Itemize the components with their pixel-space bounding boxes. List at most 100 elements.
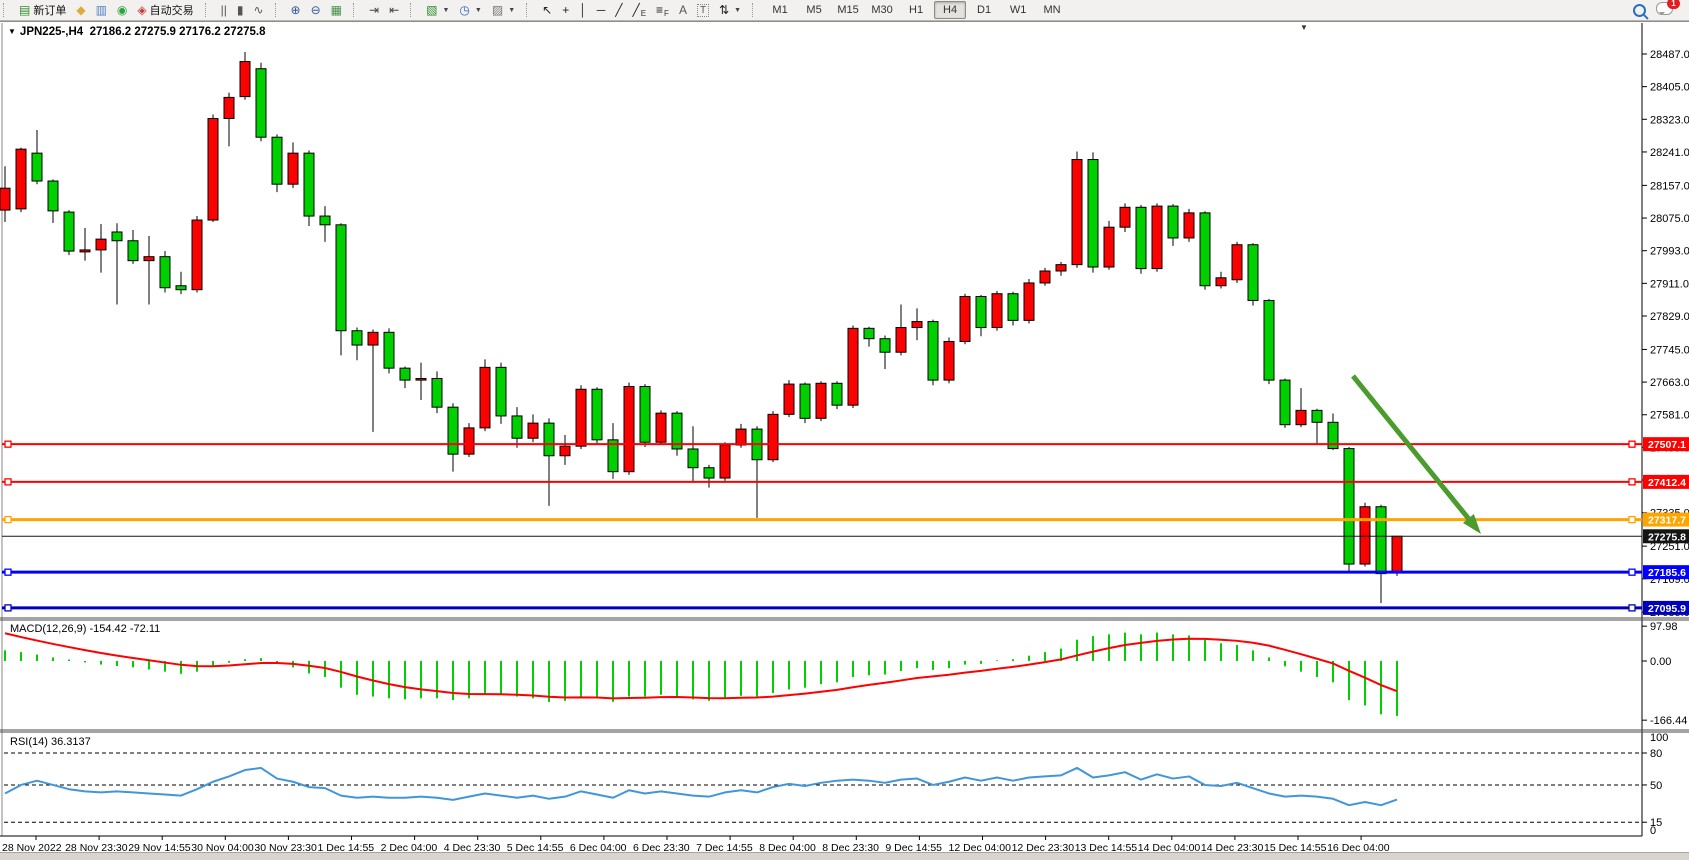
timeframe-mn-button[interactable]: MN <box>1036 1 1068 19</box>
vertical-line-button[interactable]: │ <box>574 0 592 20</box>
tile-windows-button[interactable]: ▦ <box>326 0 347 20</box>
timeframe-h1-button[interactable]: H1 <box>900 1 932 19</box>
hline-handle[interactable] <box>5 441 11 447</box>
timeframe-m30-button[interactable]: M30 <box>866 1 898 19</box>
timeframe-m1-button[interactable]: M1 <box>764 1 796 19</box>
new-order-button[interactable]: ▤新订单 <box>14 0 71 20</box>
horizontal-line-icon: ─ <box>597 1 606 19</box>
candle-body <box>96 239 106 250</box>
candle-body <box>784 384 794 414</box>
timeframe-m5-button[interactable]: M5 <box>798 1 830 19</box>
chart-window: 28487.028405.028323.028241.028157.028075… <box>0 21 1689 853</box>
candle-body <box>336 225 346 331</box>
horizontal-line-button[interactable]: ─ <box>592 0 611 20</box>
hline-handle[interactable] <box>5 479 11 485</box>
chart-plot[interactable]: 28487.028405.028323.028241.028157.028075… <box>0 22 1689 853</box>
candle-body <box>384 332 394 368</box>
macd-indicator-label: MACD(12,26,9) -154.42 -72.11 <box>10 623 160 635</box>
hline-price-text: 27275.8 <box>1648 531 1686 543</box>
chevron-down-icon[interactable]: ▼ <box>442 7 449 14</box>
chart-title: ▼JPN225-,H4 27186.2 27275.9 27176.2 2727… <box>8 26 265 38</box>
periods-button[interactable]: ◷▼ <box>454 0 486 20</box>
macd-value: -154.42 <box>89 623 126 635</box>
auto-trading-button[interactable]: ◈自动交易 <box>132 0 198 20</box>
timeframe-d1-button[interactable]: D1 <box>968 1 1000 19</box>
chart-shift-button[interactable]: ⇤ <box>384 0 404 20</box>
charts-button[interactable]: ◆ <box>71 0 90 20</box>
new-chart-icon: ▧ <box>426 1 437 19</box>
candle-body <box>352 331 362 345</box>
candle-body <box>1376 507 1386 574</box>
hline-handle[interactable] <box>5 569 11 575</box>
candle-body <box>848 328 858 405</box>
arrows-button[interactable]: ⇅▼ <box>714 0 746 20</box>
horizontal-scrollbar[interactable] <box>0 852 1689 860</box>
candle-body <box>1264 300 1274 380</box>
text-label-button[interactable]: T <box>692 0 714 20</box>
hline-handle[interactable] <box>1629 517 1635 523</box>
market-watch-button[interactable]: ▥ <box>91 0 112 20</box>
hline-handle[interactable] <box>5 517 11 523</box>
chart-shift-marker-icon[interactable]: ▼ <box>1300 23 1308 32</box>
candle-body <box>544 423 554 456</box>
auto-trading-button-label: 自动交易 <box>150 2 194 18</box>
timeframe-h4-button[interactable]: H4 <box>934 1 966 19</box>
icon-subscript: F <box>664 9 669 19</box>
candle-body <box>1296 410 1306 424</box>
timeframe-m15-button[interactable]: M15 <box>832 1 864 19</box>
candle-body <box>528 423 538 438</box>
text-button[interactable]: A <box>674 0 692 20</box>
timeframe-w1-button[interactable]: W1 <box>1002 1 1034 19</box>
candle-body <box>1008 294 1018 321</box>
cursor-button[interactable]: ↖ <box>537 0 557 20</box>
channel-button[interactable]: ╱E <box>627 0 651 20</box>
tile-windows-icon: ▦ <box>331 1 342 19</box>
rsi-name: RSI(14) <box>10 736 48 748</box>
fibonacci-button[interactable]: ≡F <box>651 0 674 20</box>
candle-body <box>1120 207 1130 227</box>
line-chart-button[interactable]: ∿ <box>248 0 268 20</box>
candle-body <box>816 383 826 418</box>
candle-body <box>992 294 1002 328</box>
hline-handle[interactable] <box>1629 479 1635 485</box>
search-icon[interactable] <box>1633 4 1646 17</box>
macd-signal-value: -72.11 <box>130 623 160 635</box>
chevron-down-icon[interactable]: ▼ <box>508 7 515 14</box>
hline-handle[interactable] <box>1629 569 1635 575</box>
hline-handle[interactable] <box>1629 605 1635 611</box>
auto-scroll-button[interactable]: ⇥ <box>364 0 384 20</box>
timeframe-toolbar: M1M5M15M30H1H4D1W1MN <box>760 0 1072 20</box>
signals-button[interactable]: ◉ <box>112 0 132 20</box>
candle-body <box>1360 507 1370 564</box>
market-watch-icon: ▥ <box>96 1 107 19</box>
hline-handle[interactable] <box>5 605 11 611</box>
new-chart-button[interactable]: ▧▼ <box>421 0 454 20</box>
terminal-window: ▤新订单◆▥◉◈自动交易||▮∿⊕⊖▦⇥⇤▧▼◷▼▨▼↖+│─╱╱E≡FAT⇅▼… <box>0 0 1689 860</box>
bar-chart-button[interactable]: || <box>216 0 232 20</box>
zoom-out-icon: ⊖ <box>311 1 321 19</box>
zoom-out-button[interactable]: ⊖ <box>306 0 326 20</box>
candle-body <box>1216 278 1226 286</box>
hline-handle[interactable] <box>1629 441 1635 447</box>
chevron-down-icon[interactable]: ▼ <box>734 7 741 14</box>
chevron-down-icon[interactable]: ▼ <box>475 7 482 14</box>
symbol-period-text: JPN225-,H4 <box>20 26 83 38</box>
templates-button[interactable]: ▨▼ <box>487 0 520 20</box>
zoom-in-button[interactable]: ⊕ <box>286 0 306 20</box>
trendline-button[interactable]: ╱ <box>610 0 627 20</box>
channel-icon: ╱ <box>632 1 639 19</box>
collapse-icon[interactable]: ▼ <box>8 27 16 36</box>
price-tick-label: 28323.0 <box>1650 114 1689 126</box>
candle-body <box>1136 207 1146 268</box>
candle-body <box>272 137 282 184</box>
notification-badge: 1 <box>1667 0 1680 9</box>
charts-icon: ◆ <box>76 1 85 19</box>
crosshair-button[interactable]: + <box>557 0 574 20</box>
candle-body <box>1168 206 1178 238</box>
candle-body <box>576 389 586 446</box>
candle-body <box>960 296 970 341</box>
candlestick-button[interactable]: ▮ <box>232 0 249 20</box>
candle-body <box>496 367 506 416</box>
rsi-top-label: 100 <box>1650 732 1668 744</box>
candle-body <box>512 416 522 438</box>
